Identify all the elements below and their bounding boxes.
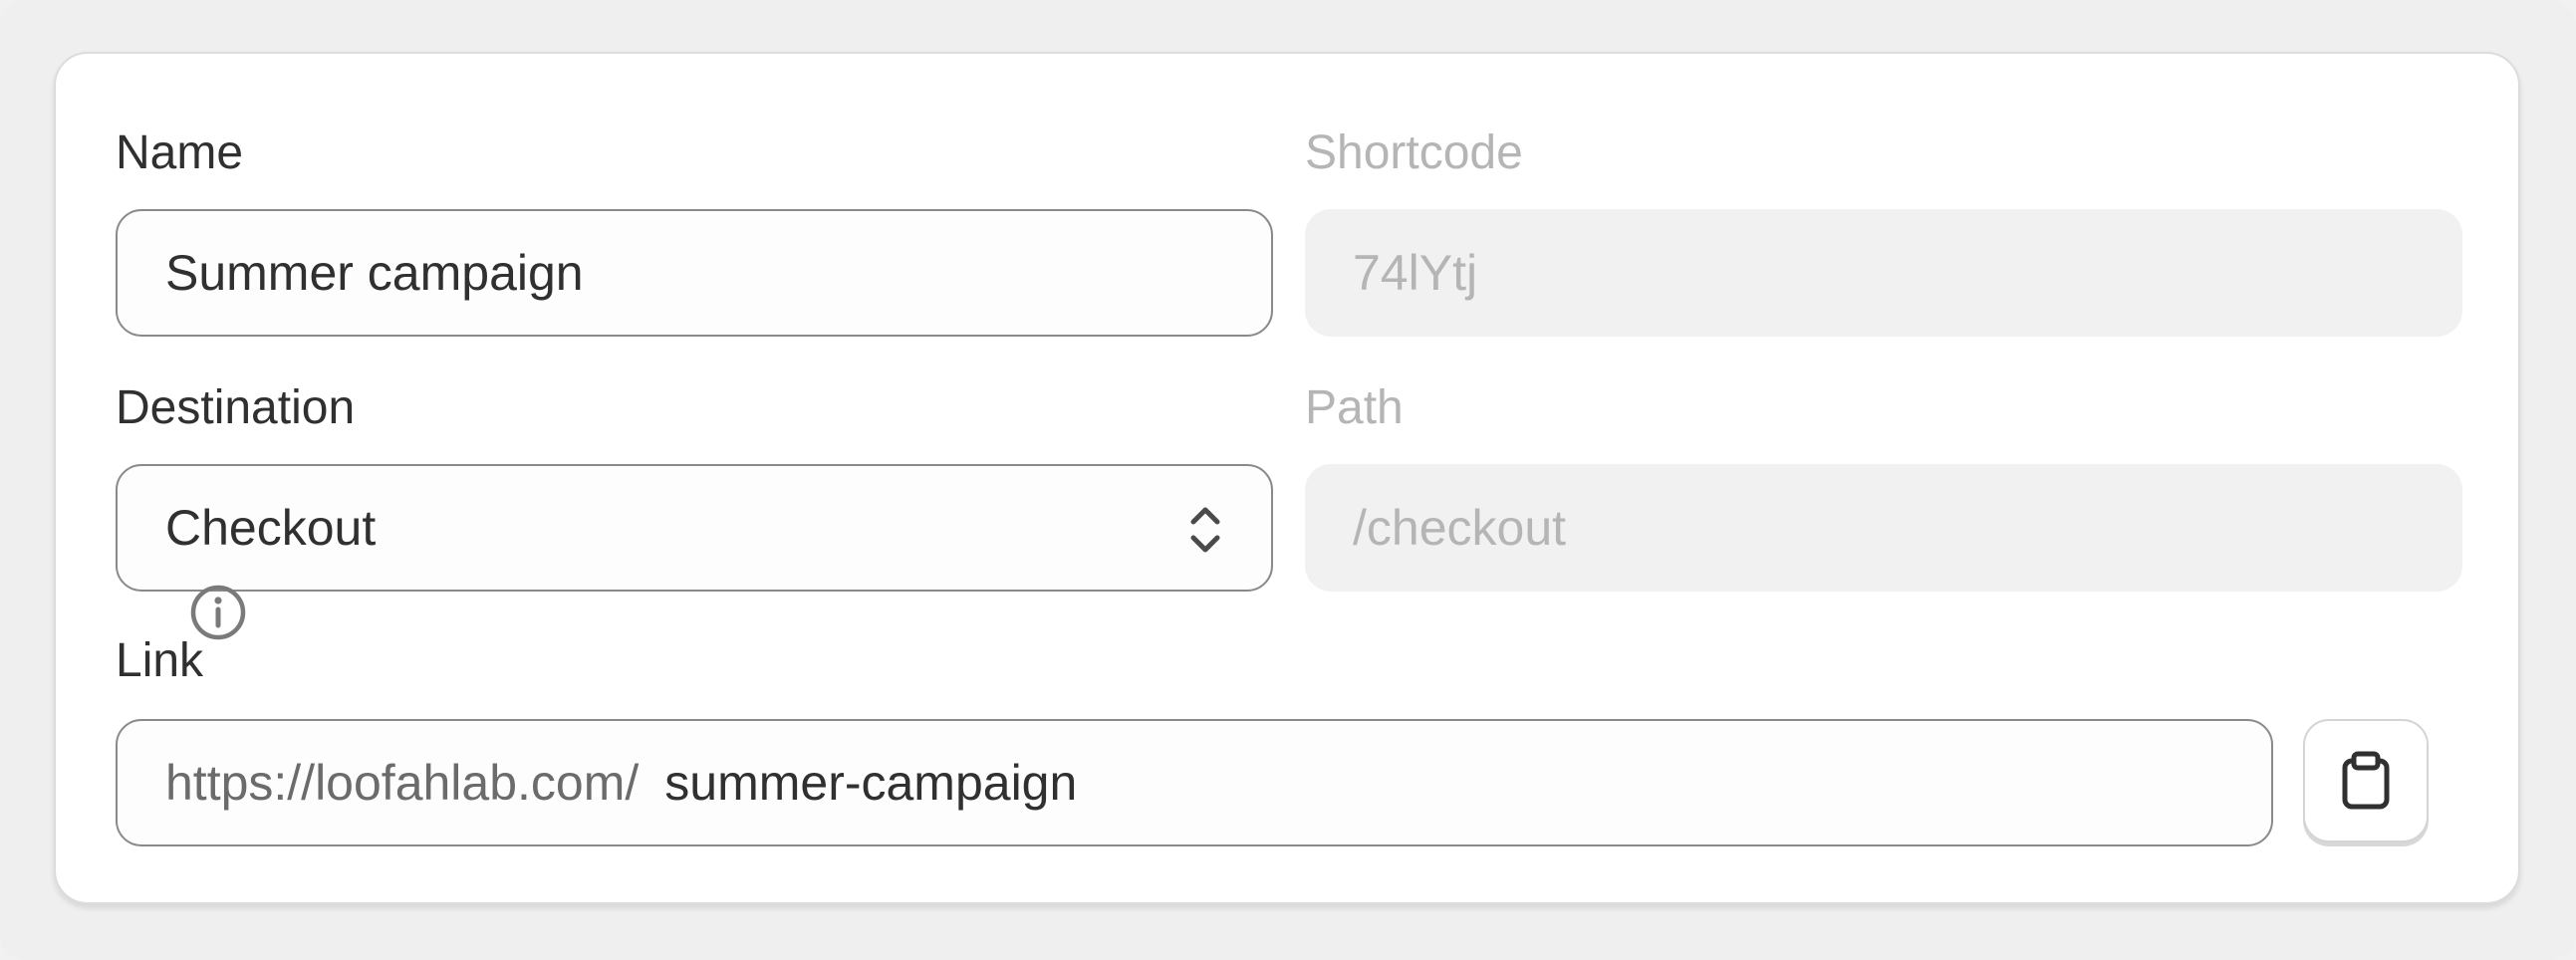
clipboard-icon	[2342, 751, 2390, 810]
name-label: Name	[116, 126, 244, 179]
path-value: /checkout	[1353, 500, 1567, 556]
chevron-up-down-icon	[1190, 507, 1220, 553]
shortcode-field: 74lYtj	[1305, 209, 2462, 337]
destination-select-value: Checkout	[165, 500, 377, 556]
info-circle-icon[interactable]	[189, 584, 247, 641]
destination-label: Destination	[116, 381, 356, 434]
link-input[interactable]: https://loofahlab.com/ summer-campaign	[116, 719, 2273, 846]
name-input[interactable]: Summer campaign	[116, 209, 1273, 337]
copy-link-button[interactable]	[2303, 719, 2429, 842]
shortcode-value: 74lYtj	[1353, 245, 1478, 301]
link-slug[interactable]: summer-campaign	[664, 754, 1077, 812]
link-prefix: https://loofahlab.com/	[165, 755, 640, 811]
panel-background: Name Summer campaign Shortcode 74lYtj De…	[0, 0, 2576, 960]
path-label: Path	[1305, 381, 1404, 434]
path-field: /checkout	[1305, 464, 2462, 592]
name-input-value: Summer campaign	[165, 245, 584, 301]
destination-select[interactable]: Checkout	[116, 464, 1273, 592]
link-label: Link	[116, 634, 204, 687]
shortcode-label: Shortcode	[1305, 126, 1523, 179]
